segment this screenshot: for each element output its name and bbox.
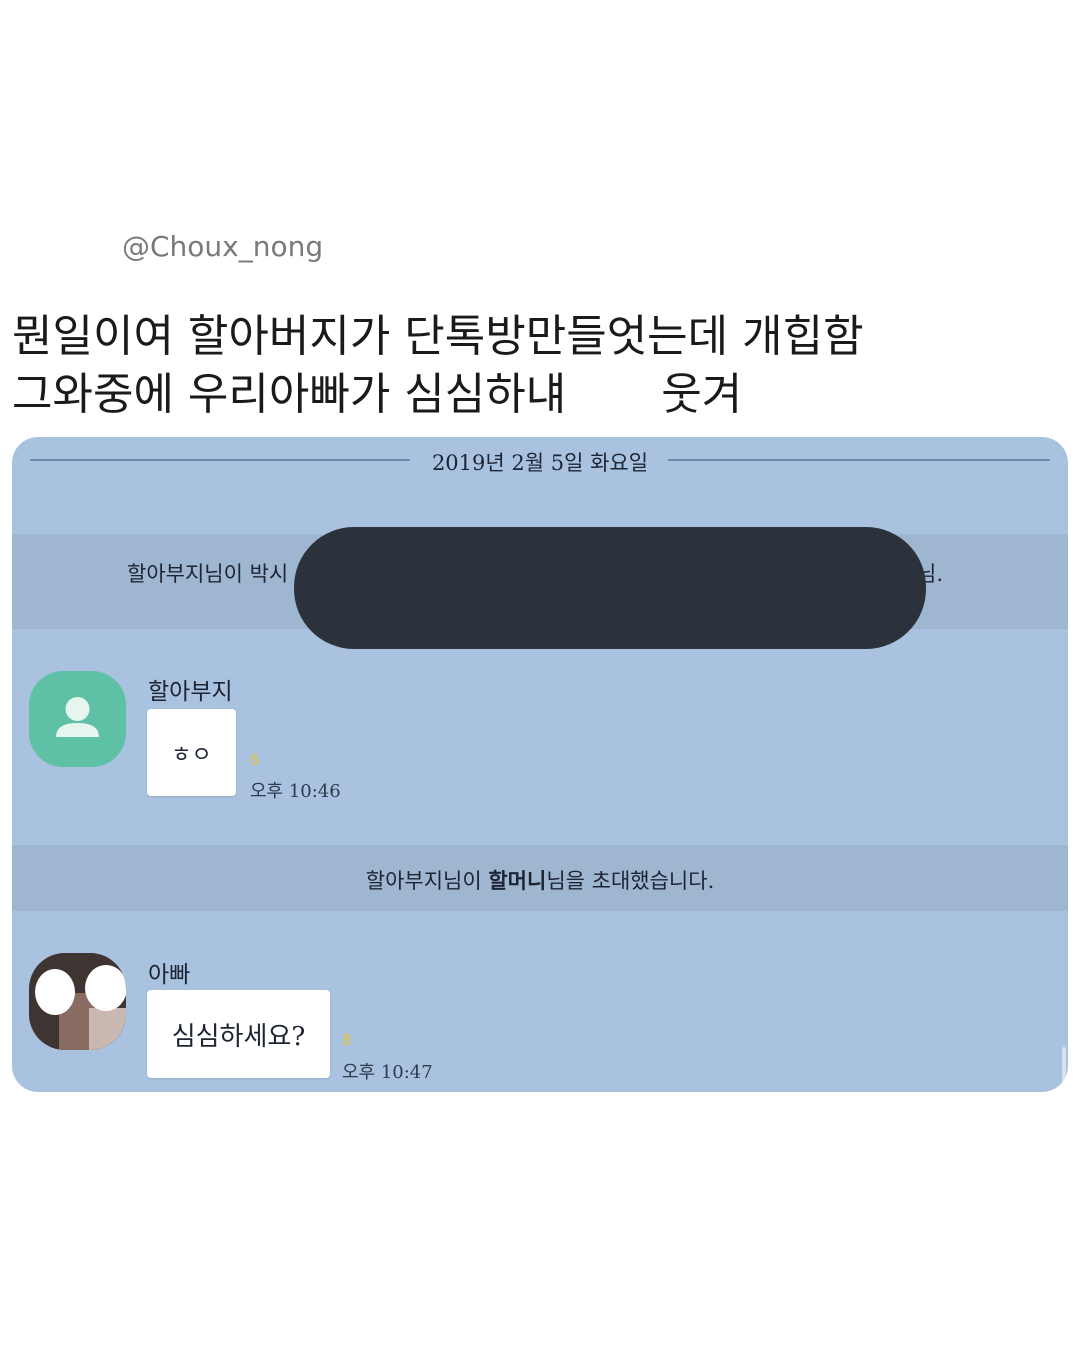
sender-name: 할아부지 xyxy=(148,679,233,705)
unread-count: 8 xyxy=(342,1031,352,1049)
person-icon xyxy=(56,697,99,737)
redaction-block xyxy=(294,527,926,649)
avatar[interactable] xyxy=(29,953,126,1050)
post-caption: 뭔일이여 할아버지가 단톡방만들엇는데 개힙함 그와중에 우리아빠가 심심하냬 웃… xyxy=(12,308,864,424)
message-text: 심심하세요? xyxy=(171,1021,306,1052)
unread-count: 6 xyxy=(250,751,260,769)
system-notice-1-text: 할아부지님이 박시 xyxy=(127,562,289,586)
sender-name: 아빠 xyxy=(148,962,191,988)
caption-line-2-tail: 웃겨 xyxy=(661,369,743,420)
face-blur xyxy=(35,969,75,1015)
face-blur xyxy=(85,965,126,1011)
system-notice-2: 할아부지님이 할머니님을 초대했습니다. xyxy=(12,845,1068,911)
caption-line-2-main: 그와중에 우리아빠가 심심하냬 xyxy=(12,369,567,420)
scrollbar[interactable] xyxy=(1062,1047,1066,1087)
chat-screenshot: 2019년 2월 5일 화요일 할아부지님이 박시 님. 할아부지 ㅎㅇ 6 오… xyxy=(12,437,1068,1092)
message-time: 오후 10:47 xyxy=(342,1062,433,1083)
caption-line-1: 뭔일이여 할아버지가 단톡방만들엇는데 개힙함 xyxy=(12,311,864,362)
message-bubble[interactable]: ㅎㅇ xyxy=(147,709,236,796)
message-bubble[interactable]: 심심하세요? xyxy=(147,990,330,1078)
photo-region xyxy=(89,1008,126,1050)
avatar[interactable] xyxy=(29,671,126,767)
system-notice-2-text: 할아부지님이 할머니님을 초대했습니다. xyxy=(365,868,715,893)
caption-line-2: 그와중에 우리아빠가 심심하냬 웃겨 xyxy=(12,366,864,424)
message-time: 오후 10:46 xyxy=(250,781,341,802)
tweet-handle[interactable]: @Choux_nong xyxy=(122,230,323,263)
date-separator: 2019년 2월 5일 화요일 xyxy=(12,447,1068,477)
message-text: ㅎㅇ xyxy=(171,742,212,768)
